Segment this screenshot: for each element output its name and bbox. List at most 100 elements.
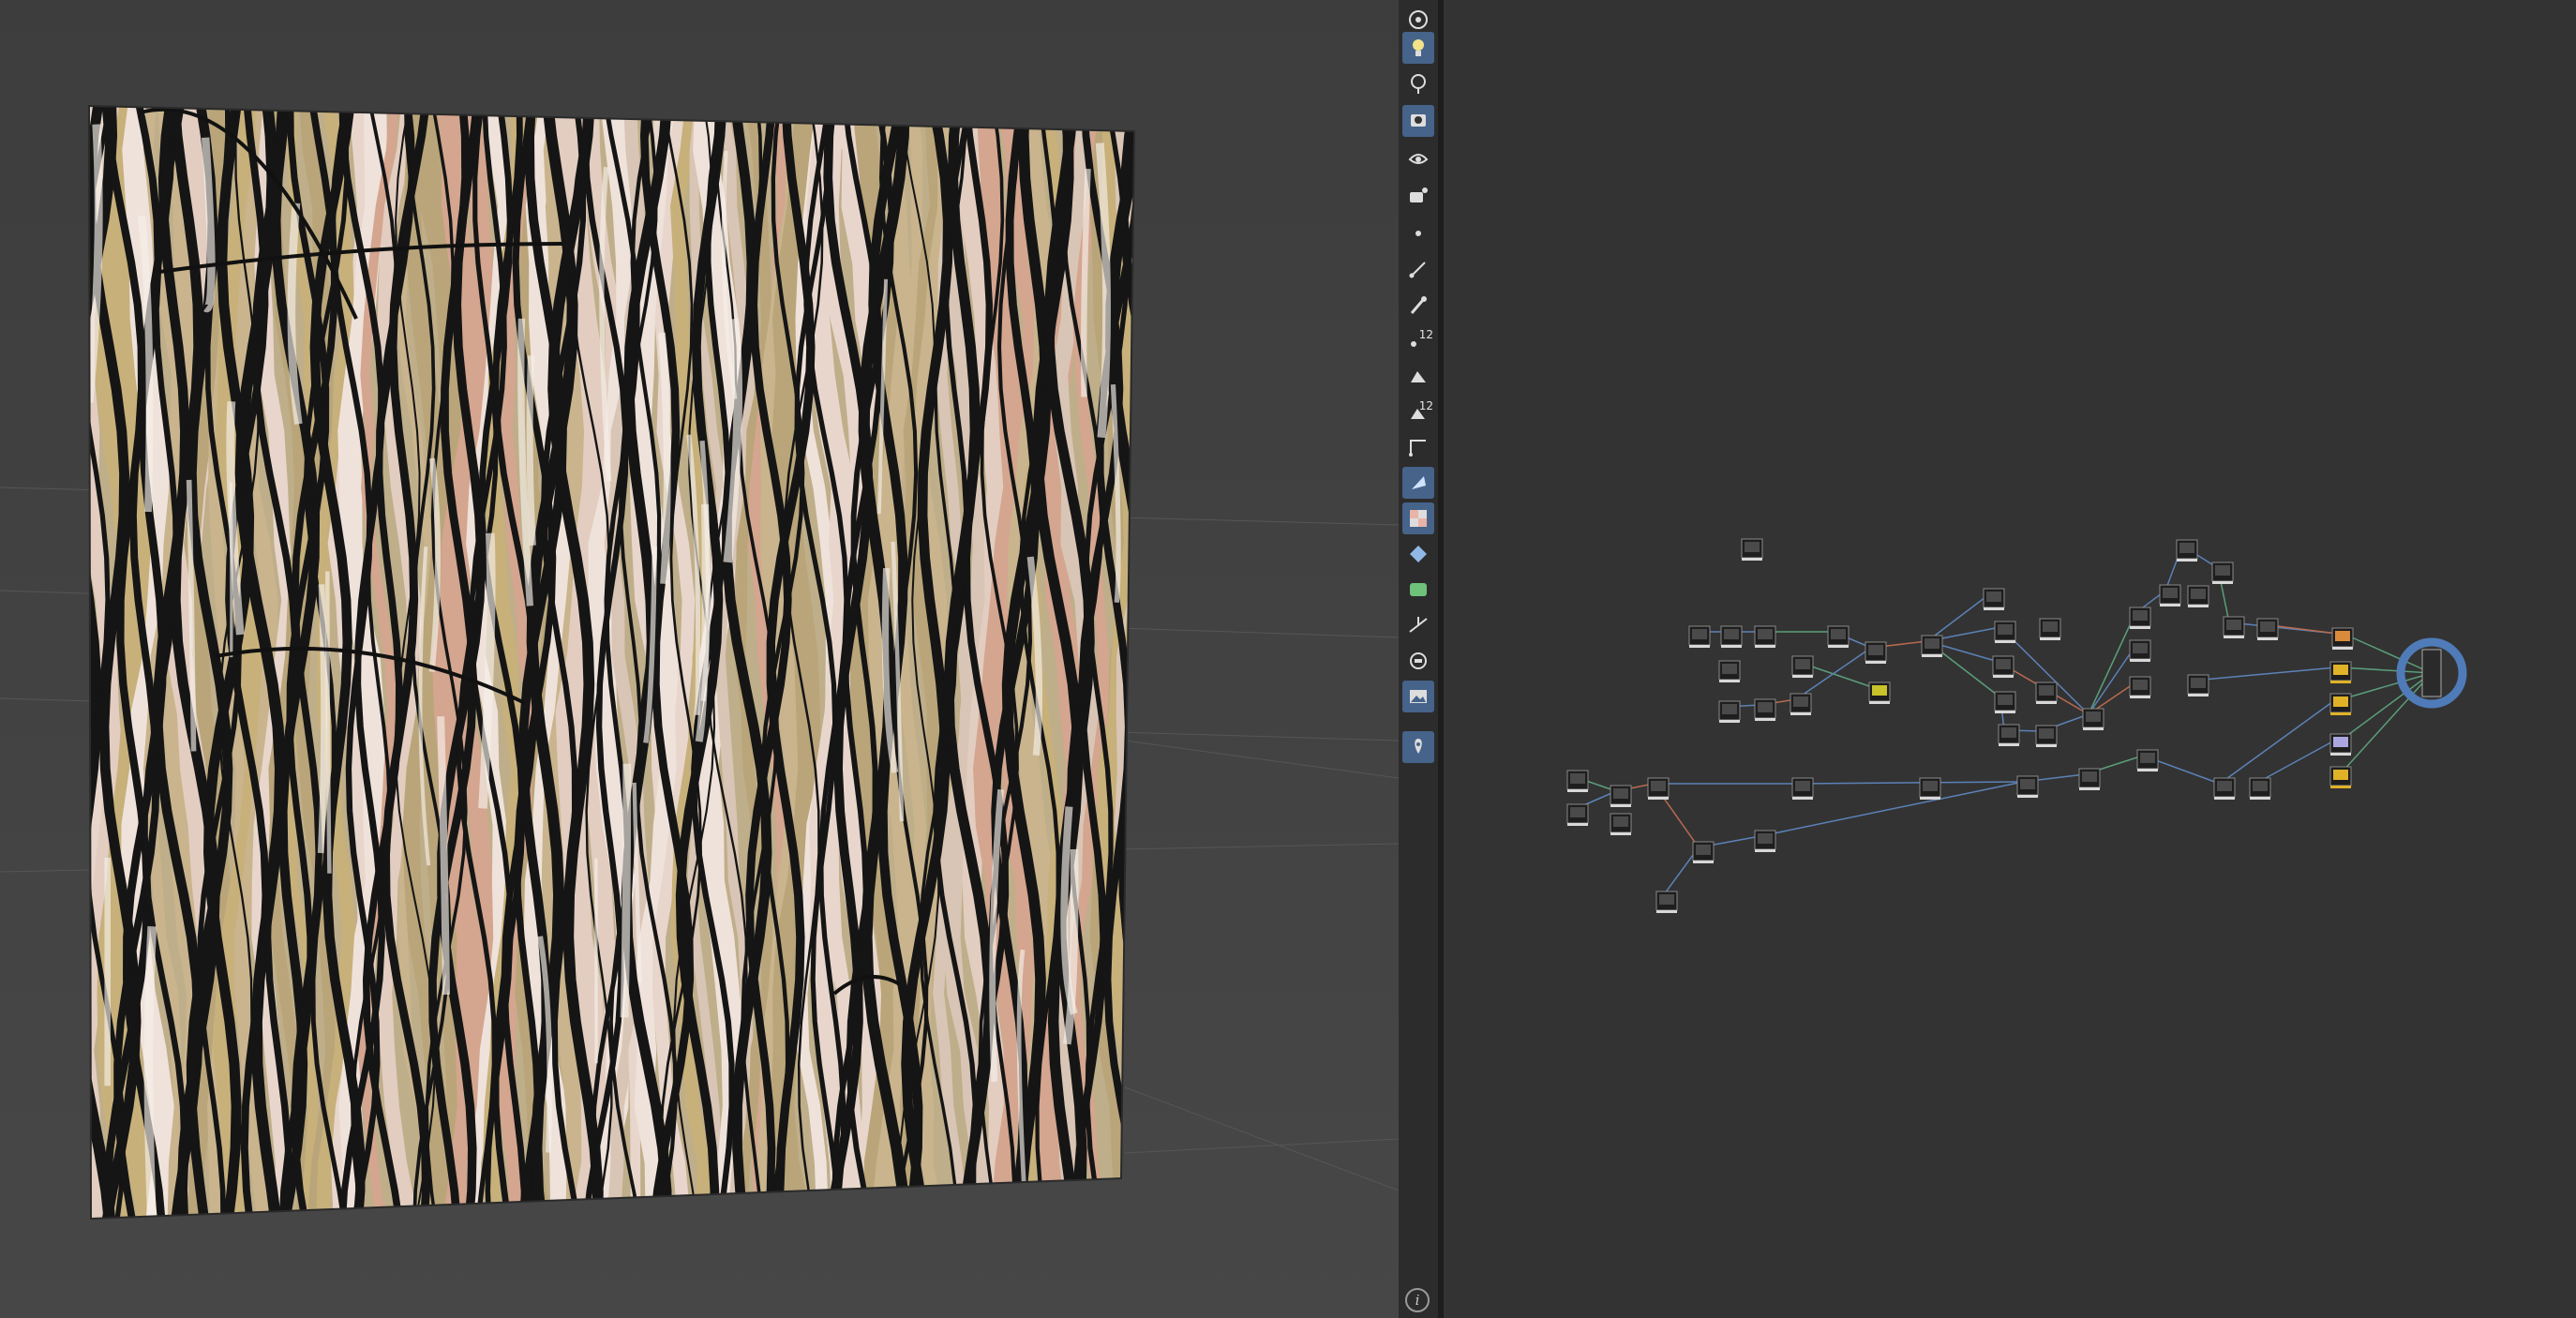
graph-node[interactable] — [2213, 777, 2236, 800]
paint-stroke-tool-button[interactable] — [1402, 253, 1434, 285]
light-tool-button[interactable] — [1402, 32, 1434, 64]
texture-highlight — [143, 925, 157, 1219]
numbered-fill-tool-button[interactable]: 12 — [1402, 396, 1434, 427]
output-node[interactable] — [2396, 637, 2467, 709]
fill-tool-button[interactable] — [1402, 360, 1434, 392]
checker-icon — [1410, 510, 1427, 527]
texture-pattern — [89, 106, 1134, 1219]
graph-node[interactable] — [1791, 777, 1814, 800]
graph-node[interactable] — [1994, 691, 2016, 713]
graph-node[interactable] — [1566, 803, 1589, 826]
capture-tool-button[interactable] — [1402, 180, 1434, 212]
checker-tool-button[interactable] — [1402, 502, 1434, 534]
graph-node[interactable] — [1921, 635, 1943, 657]
graph-node[interactable] — [2082, 708, 2104, 730]
graph-node[interactable] — [1992, 655, 2014, 678]
graph-node[interactable] — [1827, 625, 1850, 648]
graph-node[interactable] — [2129, 639, 2151, 662]
graph-node[interactable] — [2016, 775, 2039, 798]
graph-node[interactable] — [1720, 625, 1743, 648]
graph-node[interactable] — [1610, 813, 1632, 835]
graph-node[interactable] — [2329, 693, 2352, 715]
environment-tool-button[interactable] — [1402, 67, 1434, 99]
graph-node[interactable] — [2329, 733, 2352, 756]
graph-node[interactable] — [2211, 562, 2234, 584]
graph-node[interactable] — [2035, 681, 2058, 704]
bake-tool-button[interactable] — [1402, 467, 1434, 499]
texture-highlight — [317, 584, 327, 854]
numbered-points-tool-button[interactable]: 12 — [1402, 324, 1434, 356]
graph-node[interactable] — [1655, 891, 1678, 913]
graph-node[interactable] — [2136, 749, 2159, 771]
graph-node[interactable] — [1754, 698, 1776, 721]
brush-tool-button[interactable] — [1402, 289, 1434, 321]
graph-node[interactable] — [2078, 768, 2101, 790]
graph-node[interactable] — [2159, 584, 2181, 607]
pin-tool-button[interactable] — [1402, 731, 1434, 763]
graph-node[interactable] — [1868, 681, 1891, 704]
graph-node[interactable] — [1566, 770, 1589, 792]
image-icon — [1410, 690, 1427, 703]
graph-node[interactable] — [1983, 588, 2005, 610]
graph-node[interactable] — [2223, 616, 2245, 638]
texture-highlight — [620, 763, 632, 1018]
graph-node[interactable] — [1647, 777, 1670, 800]
camera-settings-icon — [1408, 154, 1429, 164]
graph-node[interactable] — [2187, 674, 2209, 696]
graph-node[interactable] — [1994, 621, 2016, 643]
uv-tool-button[interactable] — [1402, 574, 1434, 606]
display-tool-button[interactable] — [1402, 645, 1434, 677]
uv-icon — [1410, 583, 1427, 596]
axis-tool-button[interactable] — [1402, 609, 1434, 641]
node-connection — [2341, 672, 2433, 741]
graph-node[interactable] — [1919, 777, 1941, 800]
graph-node[interactable] — [1754, 625, 1776, 648]
bake-icon — [1412, 476, 1426, 489]
graph-node[interactable] — [1610, 785, 1632, 807]
graph-node[interactable] — [2039, 618, 2061, 640]
info-button[interactable]: i — [1405, 1288, 1430, 1312]
node-connection — [2341, 672, 2433, 700]
node-connection — [2254, 739, 2337, 785]
graph-node[interactable] — [2331, 627, 2354, 650]
camera-settings-tool-button[interactable] — [1402, 142, 1434, 174]
graph-node[interactable] — [1754, 830, 1776, 852]
graph-node[interactable] — [2129, 607, 2151, 629]
texture-highlight — [526, 355, 536, 546]
texture-highlight — [229, 482, 233, 658]
graph-node[interactable] — [1692, 841, 1715, 863]
graph-node[interactable] — [2256, 618, 2279, 640]
image-tool-button[interactable] — [1402, 681, 1434, 712]
graph-node[interactable] — [1718, 700, 1741, 723]
polygon-tool-button[interactable] — [1402, 431, 1434, 463]
graph-node[interactable] — [2129, 676, 2151, 698]
graph-node[interactable] — [2329, 766, 2352, 788]
display-icon — [1410, 652, 1427, 669]
graph-node[interactable] — [1790, 693, 1812, 715]
node-connection — [2341, 672, 2433, 773]
graph-node[interactable] — [2249, 777, 2271, 800]
point-tool-button[interactable] — [1402, 217, 1434, 249]
render-view-icon — [1411, 114, 1426, 127]
graph-node[interactable] — [2187, 585, 2209, 607]
pin-icon — [1415, 739, 1422, 754]
3d-viewport[interactable] — [0, 0, 1399, 1318]
graph-node[interactable] — [1998, 724, 2020, 746]
graph-node[interactable] — [1791, 655, 1814, 678]
graph-node[interactable] — [2329, 661, 2352, 683]
graph-node[interactable] — [1865, 641, 1887, 664]
graph-node[interactable] — [1688, 625, 1711, 648]
material-tool-button[interactable] — [1402, 538, 1434, 570]
capture-icon — [1410, 187, 1428, 202]
tool-badge: 12 — [1418, 328, 1433, 341]
camera-orbit-tool-button[interactable] — [1402, 4, 1434, 36]
point-icon — [1415, 231, 1421, 236]
node-graph-panel[interactable] — [1444, 0, 2576, 1318]
graph-node[interactable] — [2176, 539, 2198, 562]
graph-node[interactable] — [2035, 725, 2058, 747]
node-graph-canvas — [1566, 538, 2467, 913]
light-icon — [1413, 39, 1424, 56]
render-view-tool-button[interactable] — [1402, 105, 1434, 137]
graph-node[interactable] — [1741, 538, 1763, 561]
graph-node[interactable] — [1718, 660, 1741, 682]
